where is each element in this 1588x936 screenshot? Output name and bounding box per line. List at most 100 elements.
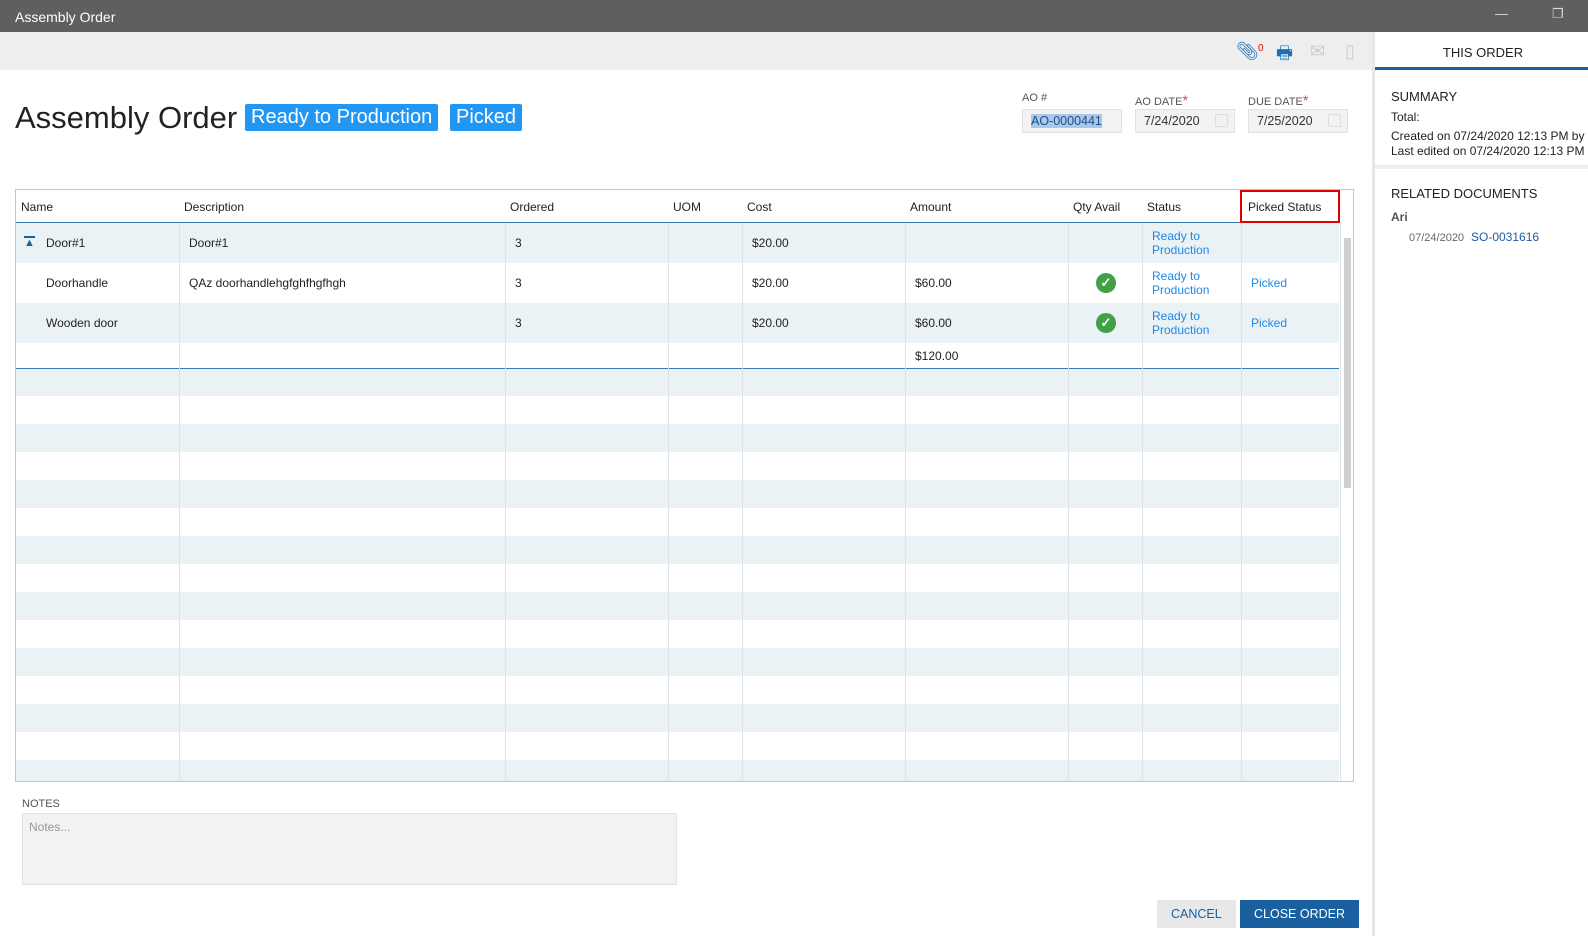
- picked-badge: Picked: [450, 104, 523, 131]
- cell-picked-status[interactable]: Picked: [1251, 276, 1287, 290]
- window-title: Assembly Order: [15, 9, 116, 25]
- created-info: Created on 07/24/2020 12:13 PM by: [1391, 129, 1585, 143]
- column-divider: [668, 223, 669, 781]
- column-header-uom[interactable]: UOM: [673, 200, 701, 214]
- column-divider: [505, 223, 506, 781]
- cell-description: Door#1: [189, 236, 229, 250]
- cell-cost: $20.00: [752, 276, 789, 290]
- empty-row[interactable]: [16, 676, 1339, 704]
- edited-info: Last edited on 07/24/2020 12:13 PM: [1391, 144, 1585, 158]
- cell-status[interactable]: Ready to Production: [1152, 309, 1232, 337]
- due-date-label: DUE DATE: [1248, 96, 1303, 108]
- column-header-cost[interactable]: Cost: [747, 200, 772, 214]
- attachment-icon[interactable]: 📎︎: [1236, 41, 1259, 62]
- due-date-value: 7/25/2020: [1257, 114, 1313, 128]
- column-header-name[interactable]: Name: [21, 200, 53, 214]
- picked-status-highlight: [1240, 190, 1340, 223]
- empty-row[interactable]: [16, 592, 1339, 620]
- toolbar: 📎︎ 0 🖶︎ ✉︎ ▯: [0, 32, 1372, 70]
- check-icon: ✓: [1096, 273, 1116, 293]
- line-items-grid: Name Description Ordered UOM Cost Amount Qty A…: [15, 189, 1354, 782]
- side-panel: THIS ORDER SUMMARY Total: Created on 07/…: [1372, 32, 1588, 936]
- cell-cost: $20.00: [752, 316, 789, 330]
- grid-scrollbar[interactable]: [1344, 238, 1351, 488]
- required-mark: *: [1302, 92, 1309, 108]
- empty-row[interactable]: [16, 368, 1339, 396]
- ao-number-value: AO-0000441: [1031, 114, 1102, 128]
- column-divider: [742, 223, 743, 781]
- empty-row[interactable]: [16, 704, 1339, 732]
- cell-name: Door#1: [46, 236, 86, 250]
- summary-total: Total:: [1391, 110, 1420, 124]
- cell-description: QAz doorhandlehgfghfhgfhgh: [189, 276, 346, 290]
- column-divider: [1068, 223, 1069, 781]
- email-icon[interactable]: ✉︎: [1310, 41, 1325, 62]
- column-divider: [1340, 223, 1341, 781]
- column-header-ordered[interactable]: Ordered: [510, 200, 554, 214]
- empty-row[interactable]: [16, 396, 1339, 424]
- empty-row[interactable]: [16, 536, 1339, 564]
- title-bar: Assembly Order — ❐: [0, 0, 1588, 32]
- cell-status[interactable]: Ready to Production: [1152, 269, 1232, 297]
- grid-header: Name Description Ordered UOM Cost Amount Qty A…: [16, 190, 1339, 223]
- ao-date-label: AO DATE: [1135, 96, 1183, 108]
- column-header-amount[interactable]: Amount: [910, 200, 951, 214]
- notes-input[interactable]: Notes...: [22, 813, 677, 885]
- column-header-qty-avail[interactable]: Qty Avail: [1073, 200, 1120, 214]
- column-header-status[interactable]: Status: [1147, 200, 1181, 214]
- minimize-button[interactable]: —: [1495, 6, 1508, 21]
- table-row[interactable]: Doorhandle QAz doorhandlehgfghfhgfhgh 3 $20…: [16, 263, 1339, 303]
- document-icon[interactable]: ▯: [1345, 41, 1355, 62]
- related-doc-link[interactable]: SO-0031616: [1471, 230, 1539, 244]
- empty-row[interactable]: [16, 424, 1339, 452]
- total-row: $120.00: [16, 343, 1339, 369]
- empty-row[interactable]: [16, 732, 1339, 760]
- check-icon: ✓: [1096, 313, 1116, 333]
- column-divider: [1241, 223, 1242, 781]
- collapse-icon[interactable]: ▲: [24, 236, 35, 249]
- calendar-icon[interactable]: [1328, 114, 1341, 127]
- close-order-button[interactable]: CLOSE ORDER: [1240, 900, 1359, 928]
- divider: [1375, 165, 1588, 169]
- cancel-button[interactable]: CANCEL: [1157, 900, 1236, 928]
- tab-this-order[interactable]: THIS ORDER: [1375, 32, 1588, 70]
- summary-title: SUMMARY: [1391, 89, 1458, 104]
- empty-row[interactable]: [16, 620, 1339, 648]
- column-header-description[interactable]: Description: [184, 200, 244, 214]
- column-divider: [905, 223, 906, 781]
- empty-row[interactable]: [16, 760, 1339, 781]
- ao-number-field[interactable]: AO-0000441: [1022, 109, 1122, 133]
- table-row[interactable]: Door#1 Door#1 3 $20.00 Ready to Production ▲: [16, 223, 1339, 263]
- related-title: RELATED DOCUMENTS: [1391, 186, 1538, 201]
- column-divider: [1142, 223, 1143, 781]
- related-group: Ari: [1391, 210, 1408, 224]
- ao-date-value: 7/24/2020: [1144, 114, 1200, 128]
- cell-ordered: 3: [515, 236, 522, 250]
- cell-picked-status[interactable]: Picked: [1251, 316, 1287, 330]
- calendar-icon[interactable]: [1215, 114, 1228, 127]
- notes-label: NOTES: [22, 798, 60, 810]
- table-row[interactable]: Wooden door 3 $20.00 $60.00 ✓ Ready to Produc…: [16, 303, 1339, 343]
- print-icon[interactable]: 🖶︎: [1276, 41, 1293, 71]
- total-amount: $120.00: [915, 349, 959, 363]
- cell-amount: $60.00: [915, 316, 952, 330]
- cell-name: Doorhandle: [46, 276, 109, 290]
- empty-row[interactable]: [16, 564, 1339, 592]
- required-mark: *: [1182, 92, 1188, 108]
- attachment-count: 0: [1258, 43, 1264, 54]
- page-title: Assembly Order: [15, 100, 238, 135]
- cell-status[interactable]: Ready to Production: [1152, 229, 1232, 257]
- ao-date-field[interactable]: 7/24/2020: [1135, 109, 1235, 133]
- related-date: 07/24/2020: [1409, 232, 1465, 244]
- cell-ordered: 3: [515, 276, 522, 290]
- cell-cost: $20.00: [752, 236, 789, 250]
- empty-row[interactable]: [16, 452, 1339, 480]
- empty-row[interactable]: [16, 480, 1339, 508]
- restore-button[interactable]: ❐: [1552, 6, 1564, 22]
- empty-row[interactable]: [16, 508, 1339, 536]
- empty-row[interactable]: [16, 648, 1339, 676]
- status-badge: Ready to Production: [245, 104, 439, 131]
- due-date-field[interactable]: 7/25/2020: [1248, 109, 1348, 133]
- cell-name: Wooden door: [46, 316, 118, 330]
- cell-amount: $60.00: [915, 276, 952, 290]
